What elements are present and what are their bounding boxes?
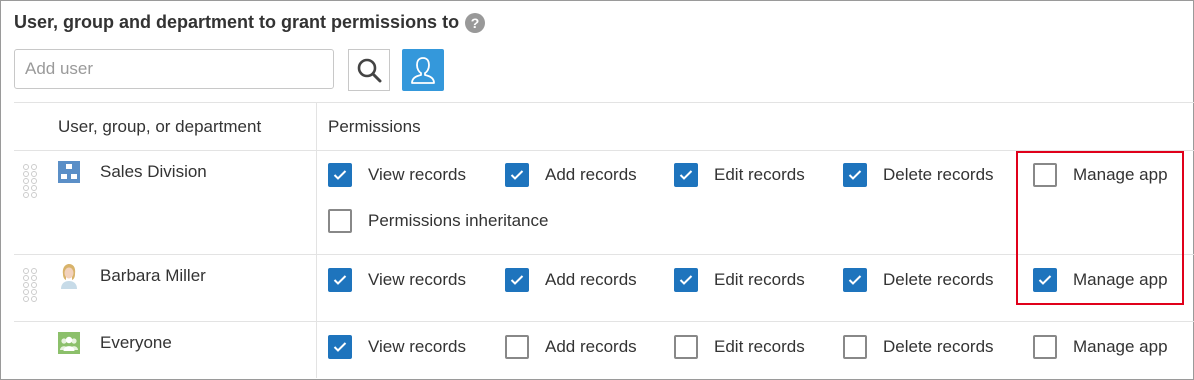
perm-add-records[interactable]: Add records: [505, 335, 637, 359]
perm-label: Delete records: [883, 270, 994, 289]
perm-view-records[interactable]: View records: [328, 335, 466, 359]
table-row: Sales Division View records Add records …: [14, 151, 1194, 255]
perm-label: Manage app: [1073, 270, 1168, 289]
checkbox-checked[interactable]: [674, 268, 698, 292]
perm-label: View records: [368, 270, 466, 289]
search-icon: [357, 58, 382, 83]
drag-handle-icon[interactable]: [22, 163, 38, 199]
entity-name: Everyone: [100, 333, 172, 352]
checkbox-unchecked[interactable]: [674, 335, 698, 359]
perm-delete-records[interactable]: Delete records: [843, 163, 994, 187]
column-header-entity: User, group, or department: [58, 117, 262, 136]
checkbox-checked[interactable]: [505, 163, 529, 187]
entity-cell: Everyone: [58, 332, 172, 354]
search-button[interactable]: [348, 49, 390, 91]
perm-manage-app[interactable]: Manage app: [1033, 268, 1168, 292]
perm-label: Delete records: [883, 337, 994, 356]
perm-delete-records[interactable]: Delete records: [843, 335, 994, 359]
checkbox-checked[interactable]: [328, 268, 352, 292]
perm-edit-records[interactable]: Edit records: [674, 335, 805, 359]
table-row: Everyone View records Add records Edit r…: [14, 322, 1194, 378]
perm-add-records[interactable]: Add records: [505, 268, 637, 292]
perm-label: Edit records: [714, 337, 805, 356]
checkbox-unchecked[interactable]: [328, 209, 352, 233]
perm-delete-records[interactable]: Delete records: [843, 268, 994, 292]
entity-cell: Barbara Miller: [58, 264, 206, 289]
perm-view-records[interactable]: View records: [328, 163, 466, 187]
department-icon: [58, 161, 80, 183]
user-icon: [411, 57, 435, 84]
column-header-permissions: Permissions: [328, 117, 421, 136]
user-avatar: [58, 264, 80, 289]
perm-label: Delete records: [883, 165, 994, 184]
perm-add-records[interactable]: Add records: [505, 163, 637, 187]
perm-label: Edit records: [714, 165, 805, 184]
perm-label: Manage app: [1073, 165, 1168, 184]
checkbox-unchecked[interactable]: [843, 335, 867, 359]
section-title: User, group and department to grant perm…: [14, 12, 486, 33]
entity-name: Sales Division: [100, 162, 207, 181]
entity-name: Barbara Miller: [100, 266, 206, 285]
perm-edit-records[interactable]: Edit records: [674, 163, 805, 187]
checkbox-checked[interactable]: [505, 268, 529, 292]
perm-manage-app[interactable]: Manage app: [1033, 163, 1168, 187]
perm-label: Manage app: [1073, 337, 1168, 356]
section-title-text: User, group and department to grant perm…: [14, 12, 460, 32]
perm-label: Permissions inheritance: [368, 211, 549, 230]
perm-label: Add records: [545, 270, 637, 289]
perm-edit-records[interactable]: Edit records: [674, 268, 805, 292]
perm-view-records[interactable]: View records: [328, 268, 466, 292]
perm-label: View records: [368, 165, 466, 184]
perm-manage-app[interactable]: Manage app: [1033, 335, 1168, 359]
user-select-button[interactable]: [402, 49, 444, 91]
checkbox-checked[interactable]: [674, 163, 698, 187]
table-row: Barbara Miller View records Add records …: [14, 255, 1194, 322]
checkbox-checked[interactable]: [328, 163, 352, 187]
checkbox-unchecked[interactable]: [1033, 163, 1057, 187]
permissions-table: User, group, or department Permissions S…: [14, 102, 1194, 378]
table-header: User, group, or department Permissions: [14, 103, 1194, 151]
checkbox-checked[interactable]: [843, 163, 867, 187]
checkbox-checked[interactable]: [1033, 268, 1057, 292]
drag-handle-icon[interactable]: [22, 267, 38, 303]
perm-label: Edit records: [714, 270, 805, 289]
perm-label: Add records: [545, 165, 637, 184]
perm-label: View records: [368, 337, 466, 356]
everyone-group-icon: [58, 332, 80, 354]
checkbox-checked[interactable]: [843, 268, 867, 292]
perm-permissions-inheritance[interactable]: Permissions inheritance: [328, 209, 548, 233]
checkbox-unchecked[interactable]: [1033, 335, 1057, 359]
checkbox-checked[interactable]: [328, 335, 352, 359]
entity-cell: Sales Division: [58, 161, 207, 183]
add-user-input[interactable]: [14, 49, 334, 89]
checkbox-unchecked[interactable]: [505, 335, 529, 359]
perm-label: Add records: [545, 337, 637, 356]
help-icon[interactable]: ?: [465, 12, 486, 33]
